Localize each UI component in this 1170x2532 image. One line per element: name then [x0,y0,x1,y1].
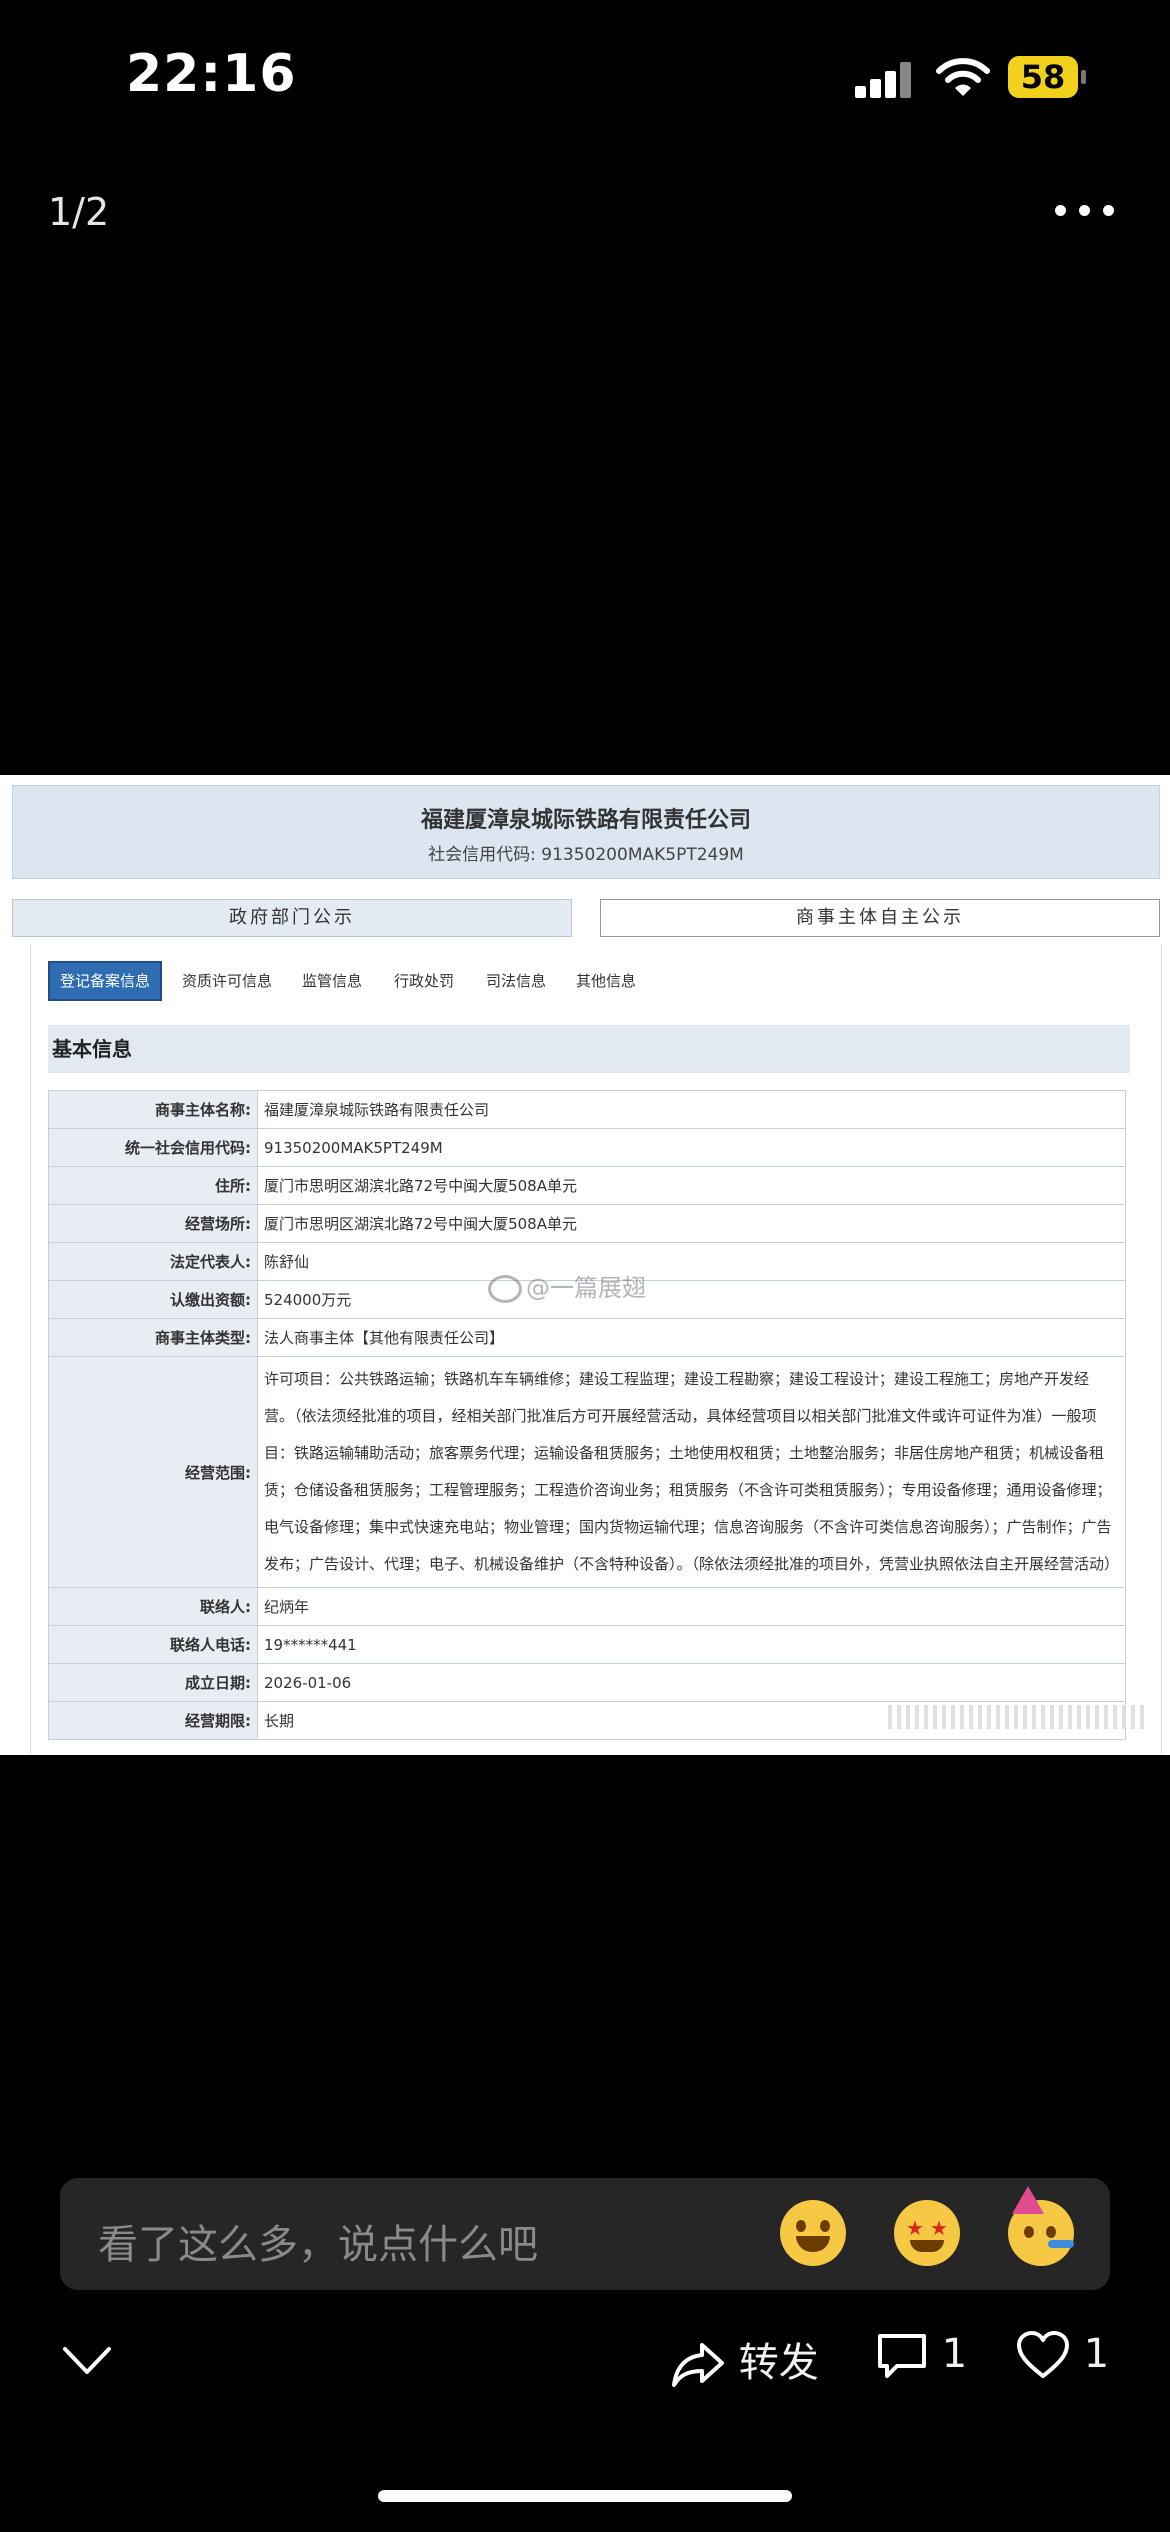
status-bar: 22:16 58 [0,0,1170,150]
like-button[interactable]: 1 [1015,2330,1109,2390]
like-count: 1 [1083,2331,1110,2377]
row-label: 经营场所: [48,1204,258,1243]
page-counter: 1/2 [48,190,110,234]
tab-gov-disclosure: 政府部门公示 [12,899,572,937]
row-value: 法人商事主体【其他有限责任公司】 [257,1318,1126,1357]
status-time: 22:16 [126,44,297,104]
comment-bar[interactable]: 看了这么多，说点什么吧 ★ ★ [60,2178,1110,2290]
section-title: 基本信息 [48,1025,1130,1073]
subtab-other: 其他信息 [576,972,637,990]
comment-input[interactable]: 看了这么多，说点什么吧 [98,2212,538,2270]
company-header: 福建厦漳泉城际铁路有限责任公司 社会信用代码: 91350200MAK5PT24… [12,785,1160,879]
row-label: 经营期限: [48,1701,258,1740]
watermark-text: @一篇展翅 [526,1274,646,1302]
forward-label: 转发 [738,2340,819,2386]
row-label: 联络人: [48,1587,258,1626]
subtab-license: 资质许可信息 [182,972,273,990]
row-value: 厦门市思明区湖滨北路72号中闽大厦508A单元 [257,1166,1126,1205]
row-value: 纪炳年 [257,1587,1126,1626]
subtab-registration: 登记备案信息 [48,961,163,1001]
tab-self-disclosure: 商事主体自主公示 [600,899,1160,937]
weibo-logo-icon [488,1275,522,1303]
forward-button[interactable]: 转发 [670,2330,819,2390]
cellular-signal-icon [855,62,915,98]
credit-code-line: 社会信用代码: 91350200MAK5PT249M [428,845,744,865]
table-row: 联络人电话: 19******441 [48,1625,1126,1664]
battery-level: 58 [1008,56,1078,98]
comment-icon [878,2334,926,2378]
table-row: 经营场所: 厦门市思明区湖滨北路72号中闽大厦508A单元 [48,1204,1126,1243]
row-label: 商事主体名称: [48,1090,258,1129]
share-icon [672,2343,724,2387]
heart-icon [1017,2331,1069,2378]
row-label: 统一社会信用代码: [48,1128,258,1167]
star-eyes-emoji-icon[interactable]: ★ ★ [894,2200,960,2266]
company-title: 福建厦漳泉城际铁路有限责任公司 [420,808,751,833]
basic-info-table: 商事主体名称: 福建厦漳泉城际铁路有限责任公司 统一社会信用代码: 91350200… [48,1090,1126,1740]
table-row: 成立日期: 2026-01-06 [48,1663,1126,1702]
comment-count: 1 [941,2331,968,2377]
row-value: 2026-01-06 [257,1663,1126,1702]
row-label: 商事主体类型: [48,1318,258,1357]
table-row: 经营范围: 许可项目：公共铁路运输；铁路机车车辆维修；建设工程监理；建设工程勘察；… [48,1356,1126,1588]
table-row: 统一社会信用代码: 91350200MAK5PT249M [48,1128,1126,1167]
laughing-emoji-icon[interactable] [780,2200,846,2266]
table-row: 住所: 厦门市思明区湖滨北路72号中闽大厦508A单元 [48,1166,1126,1205]
subtab-penalty: 行政处罚 [394,972,455,990]
battery-icon: 58 [1008,56,1088,98]
home-indicator[interactable] [378,2490,792,2502]
row-value: 91350200MAK5PT249M [257,1128,1126,1167]
row-label: 成立日期: [48,1663,258,1702]
row-label: 联络人电话: [48,1625,258,1664]
weibo-watermark: @一篇展翅 [488,1268,646,1303]
document-image[interactable]: 福建厦漳泉城际铁路有限责任公司 社会信用代码: 91350200MAK5PT24… [0,775,1170,1755]
row-label: 住所: [48,1166,258,1205]
row-label: 经营范围: [48,1356,258,1588]
party-emoji-icon[interactable] [1008,2186,1074,2266]
comment-button[interactable]: 1 [875,2330,967,2390]
subtab-judicial: 司法信息 [486,972,547,990]
table-row: 商事主体名称: 福建厦漳泉城际铁路有限责任公司 [48,1090,1126,1129]
row-value: 厦门市思明区湖滨北路72号中闽大厦508A单元 [257,1204,1126,1243]
more-options-icon[interactable] [1055,205,1115,217]
table-row: 商事主体类型: 法人商事主体【其他有限责任公司】 [48,1318,1126,1357]
wifi-icon [936,58,990,96]
row-value: 福建厦漳泉城际铁路有限责任公司 [257,1090,1126,1129]
row-label: 法定代表人: [48,1242,258,1281]
row-value: 陈舒仙 [257,1242,1126,1281]
row-value: 524000万元 [257,1280,1126,1319]
row-label: 认缴出资额: [48,1280,258,1319]
blurred-overlay [888,1705,1144,1729]
chevron-down-icon[interactable] [62,2344,112,2378]
table-row: 联络人: 纪炳年 [48,1587,1126,1626]
subtab-supervision: 监管信息 [302,972,363,990]
row-value-scope: 许可项目：公共铁路运输；铁路机车车辆维修；建设工程监理；建设工程勘察；建设工程设… [257,1356,1126,1588]
row-value: 19******441 [257,1625,1126,1664]
